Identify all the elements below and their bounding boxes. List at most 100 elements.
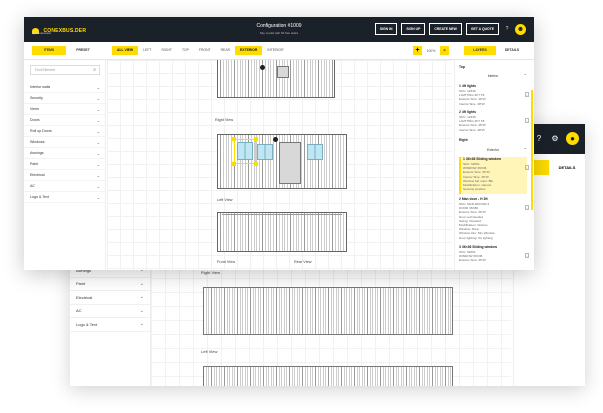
sidebar-item-label: Interior walls bbox=[30, 85, 51, 89]
layer-group-exterior[interactable]: Exterior ⌃ bbox=[455, 146, 531, 154]
sidebar-item-ac[interactable]: AC ⌄ bbox=[24, 181, 106, 192]
resize-handle[interactable] bbox=[254, 137, 258, 141]
sidebar-item-paint[interactable]: Paint ⌄ bbox=[70, 278, 150, 291]
tab-layers[interactable]: LAYERS bbox=[464, 46, 496, 55]
layer-item-detail: Interior Size: 48"W bbox=[459, 127, 485, 132]
container-left-view[interactable] bbox=[203, 366, 453, 386]
chevron-down-icon: ⌄ bbox=[139, 321, 144, 328]
layers-panel: Top Interior ⌃ 1 4ft lights SKU: 12345 L… bbox=[454, 60, 534, 270]
sidebar-item-roll-up-doors[interactable]: Roll up Doors ⌄ bbox=[24, 126, 106, 137]
tab-preset[interactable]: PRESET bbox=[66, 46, 100, 55]
layer-expand-icon[interactable]: › bbox=[525, 92, 529, 97]
tab-items[interactable]: ITEMS bbox=[32, 46, 66, 55]
sidebar-item-doors[interactable]: Doors ⌄ bbox=[24, 115, 106, 126]
tab-rear[interactable]: REAR bbox=[216, 46, 235, 55]
tab-front[interactable]: FRONT bbox=[194, 46, 216, 55]
configuration-subtitle: Sky model with 60 frac stairs bbox=[259, 31, 299, 35]
help-icon[interactable]: ? bbox=[503, 26, 511, 32]
window-element[interactable] bbox=[307, 144, 323, 160]
background-header-icons: ? ⚙ ● bbox=[534, 132, 579, 145]
vent-element[interactable] bbox=[277, 66, 289, 78]
settings-icon[interactable]: ⚙ bbox=[550, 134, 560, 144]
marker-pin-icon[interactable] bbox=[273, 137, 278, 142]
sidebar-item-label: Vents bbox=[30, 107, 39, 111]
layer-item-detail: Door lighting: No lighting bbox=[459, 235, 493, 240]
marker-pin-icon[interactable] bbox=[260, 65, 265, 70]
door-element[interactable] bbox=[279, 142, 301, 184]
layer-expand-icon[interactable]: › bbox=[525, 205, 529, 210]
sidebar-item-label: Awnings bbox=[30, 151, 44, 155]
zoom-control: + 100% - bbox=[413, 46, 449, 55]
window-element[interactable] bbox=[257, 144, 273, 160]
help-icon[interactable]: ? bbox=[534, 134, 544, 144]
tab-right[interactable]: RIGHT bbox=[156, 46, 177, 55]
create-new-button[interactable]: CREATE NEW bbox=[429, 23, 462, 35]
resize-handle[interactable] bbox=[254, 162, 258, 166]
resize-handle[interactable] bbox=[232, 162, 236, 166]
layer-item[interactable]: 2 4ft lights SKU: 12345 LIGHTING 4FT T8 … bbox=[459, 110, 529, 132]
drawing-canvas[interactable]: Right View Left View Front View Rear Vie… bbox=[107, 60, 452, 270]
chevron-down-icon: ⌄ bbox=[96, 95, 100, 101]
layer-item[interactable]: 1 4ft lights SKU: 12345 LIGHTING 4FT T8 … bbox=[459, 84, 529, 106]
sidebar-item-windows[interactable]: Windows ⌄ bbox=[24, 137, 106, 148]
chevron-down-icon: ⌄ bbox=[96, 183, 100, 189]
configuration-title[interactable]: Configuration #1009 bbox=[229, 23, 329, 29]
tab-all-view[interactable]: ALL VIEW bbox=[112, 46, 139, 55]
container-left-view[interactable] bbox=[217, 212, 347, 252]
layer-item-selected[interactable]: 1 36×36 Sliding window SKU: 52001 WINDOW… bbox=[459, 157, 529, 194]
layers-scrollbar[interactable] bbox=[531, 90, 533, 210]
layer-group-interior[interactable]: Interior ⌃ bbox=[455, 72, 531, 80]
app-header: CONEXBUS.DER by Conexwest Configuration … bbox=[24, 17, 534, 42]
sign-up-button[interactable]: SIGN UP bbox=[401, 23, 426, 35]
window-element-selected[interactable] bbox=[237, 142, 253, 160]
layer-expand-icon[interactable]: › bbox=[525, 118, 529, 123]
sidebar-item-paint[interactable]: Paint ⌄ bbox=[24, 159, 106, 170]
sidebar-item-security[interactable]: Security ⌄ bbox=[24, 93, 106, 104]
layer-item[interactable]: 2 Man door - H 3ft SKU: MAN-RDOOR-3 DOOR… bbox=[459, 197, 529, 240]
chevron-down-icon: ⌄ bbox=[96, 194, 100, 200]
sidebar-item-label: Electrical bbox=[30, 173, 45, 177]
chevron-down-icon: ⌄ bbox=[96, 117, 100, 123]
layer-group-label: Interior bbox=[487, 74, 499, 78]
container-right-view[interactable] bbox=[203, 287, 453, 335]
zoom-out-button[interactable]: - bbox=[440, 46, 449, 55]
sidebar-item-logo-text[interactable]: Logo & Text ⌄ bbox=[24, 192, 106, 203]
search-input[interactable]: Find Element ⌕ bbox=[30, 65, 100, 75]
sidebar-item-ac[interactable]: AC ⌄ bbox=[70, 305, 150, 318]
sidebar-item-vents[interactable]: Vents ⌄ bbox=[24, 104, 106, 115]
chevron-down-icon: ⌄ bbox=[96, 161, 100, 167]
chevron-up-icon: ⌃ bbox=[523, 147, 527, 152]
sidebar-item-electrical[interactable]: Electrical ⌄ bbox=[24, 170, 106, 181]
container-top-view[interactable] bbox=[217, 60, 335, 98]
get-a-quote-button[interactable]: GET A QUOTE bbox=[465, 23, 499, 35]
chevron-down-icon: ⌄ bbox=[96, 139, 100, 145]
tab-left[interactable]: LEFT bbox=[138, 46, 156, 55]
background-canvas: Right View Left View bbox=[151, 264, 511, 386]
items-sidebar: Find Element ⌕ Interior walls ⌄ Security ⌄… bbox=[24, 60, 106, 270]
sidebar-item-logo-text[interactable]: Logo & Text ⌄ bbox=[70, 318, 150, 332]
tab-details[interactable]: DETAILS bbox=[496, 46, 528, 55]
chevron-down-icon: ⌄ bbox=[96, 150, 100, 156]
sign-in-button[interactable]: SIGN IN bbox=[374, 23, 398, 35]
resize-handle[interactable] bbox=[232, 137, 236, 141]
tab-top[interactable]: TOP bbox=[177, 46, 194, 55]
tab-details[interactable]: DETAILS bbox=[549, 160, 585, 175]
app-window: CONEXBUS.DER by Conexwest Configuration … bbox=[24, 17, 534, 270]
zoom-in-button[interactable]: + bbox=[413, 46, 422, 55]
sidebar-item-interior-walls[interactable]: Interior walls ⌄ bbox=[24, 82, 106, 93]
layer-expand-icon[interactable]: › bbox=[525, 165, 529, 170]
layer-expand-icon[interactable]: › bbox=[525, 253, 529, 258]
sidebar-item-awnings[interactable]: Awnings ⌄ bbox=[24, 148, 106, 159]
avatar-icon[interactable]: ● bbox=[566, 132, 579, 145]
toggle-exterior[interactable]: EXTERIOR bbox=[235, 46, 263, 55]
layer-item-title: 1 4ft lights bbox=[459, 84, 476, 88]
layer-item-detail: Security window bbox=[463, 187, 486, 192]
user-avatar-icon[interactable]: ☻ bbox=[515, 23, 526, 35]
layer-item[interactable]: 3 36×36 Sliding window SKU: 52001 WINDOW… bbox=[459, 245, 529, 263]
right-tabs: LAYERS DETAILS bbox=[464, 46, 528, 55]
chevron-down-icon: ⌄ bbox=[96, 128, 100, 134]
toggle-interior[interactable]: INTERIOR bbox=[262, 46, 288, 55]
layer-item-detail: Interior Size: 48"W bbox=[459, 101, 485, 106]
sidebar-item-electrical[interactable]: Electrical ⌄ bbox=[70, 291, 150, 305]
view-label-left: Left View bbox=[201, 349, 218, 354]
